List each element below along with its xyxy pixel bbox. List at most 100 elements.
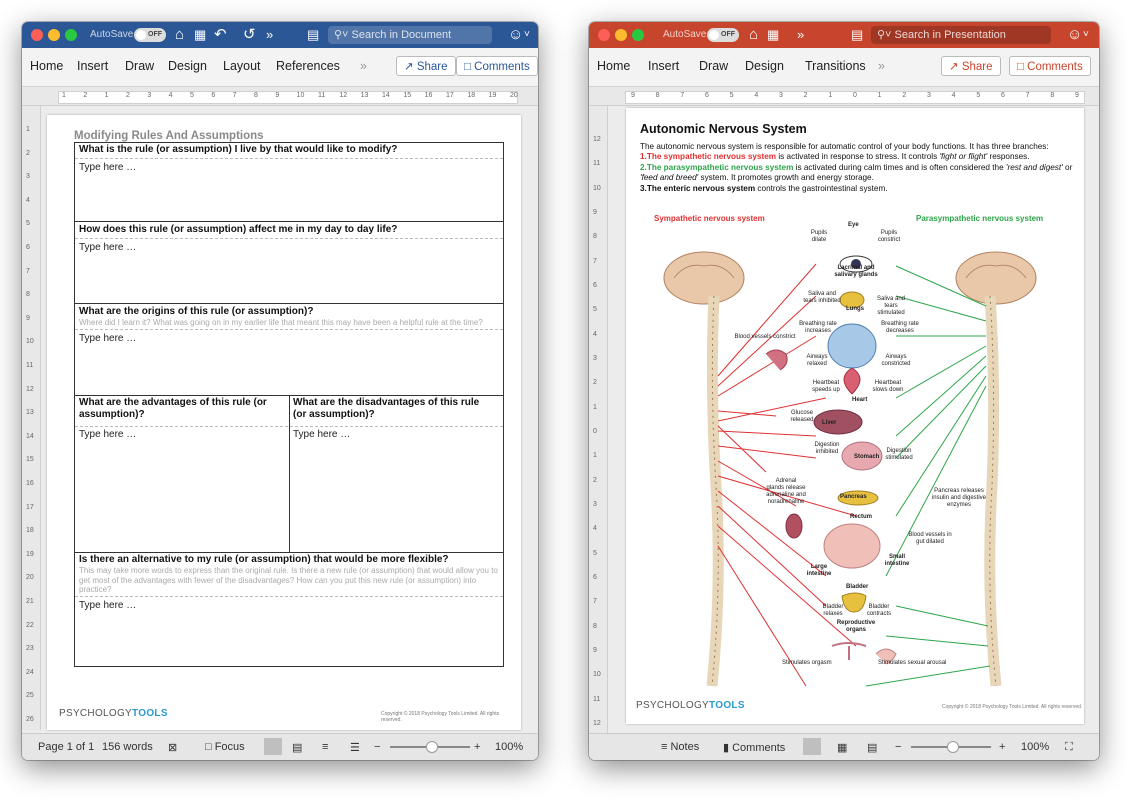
- answer-field-2[interactable]: Type here …: [79, 242, 136, 253]
- ruler-number: 20: [26, 574, 34, 582]
- tab-draw[interactable]: Draw: [125, 59, 154, 73]
- tab-home[interactable]: Home: [30, 59, 63, 73]
- minimize-button[interactable]: [615, 29, 627, 41]
- label-lungs: Lungs: [846, 306, 864, 312]
- tab-design[interactable]: Design: [745, 59, 784, 73]
- focus-button[interactable]: □ Focus: [205, 741, 245, 753]
- close-button[interactable]: [598, 29, 610, 41]
- share-icon: ↗: [949, 61, 962, 73]
- web-layout-icon[interactable]: ▤: [292, 741, 302, 754]
- comments-button[interactable]: □ Comments: [1009, 56, 1091, 76]
- share-button[interactable]: ↗ Share: [941, 56, 1001, 76]
- tab-references[interactable]: References: [276, 59, 340, 73]
- save-icon[interactable]: ▦: [767, 26, 779, 44]
- outline-view-icon[interactable]: ≡: [322, 741, 328, 753]
- question-2: How does this rule (or assumption) affec…: [79, 224, 398, 235]
- autosave-label: AutoSave: [663, 29, 707, 40]
- fit-to-window-icon[interactable]: ⛶: [1065, 741, 1073, 754]
- tab-transitions[interactable]: Transitions: [805, 59, 866, 73]
- comments-button[interactable]: □ Comments: [456, 56, 538, 76]
- reading-view-icon[interactable]: ▤: [867, 741, 877, 754]
- answer-field-1[interactable]: Type here …: [79, 162, 136, 173]
- label-eye: Eye: [848, 222, 859, 228]
- horizontal-ruler[interactable]: 1 2 1 2 3 4 5 6 7 8 9 10 11 12 13 14 15 16 17 18 19 20: [22, 87, 538, 106]
- search-placeholder: Search in Presentation: [894, 29, 1006, 41]
- horizontal-ruler[interactable]: 9 8 7 6 5 4 3 2 1 0 1 2 3 4 5 6 7 8 9: [589, 87, 1099, 106]
- more-icon[interactable]: »: [797, 26, 804, 44]
- tab-insert[interactable]: Insert: [648, 59, 679, 73]
- tab-home[interactable]: Home: [597, 59, 630, 73]
- answer-field-disadvantages[interactable]: Type here …: [293, 429, 350, 440]
- label-stim-orgasm: Stimulates orgasm: [782, 660, 832, 666]
- ruler-number: 9: [593, 647, 597, 654]
- close-button[interactable]: [31, 29, 43, 41]
- zoom-level[interactable]: 100%: [1021, 741, 1049, 753]
- home-icon[interactable]: ⌂: [749, 26, 758, 44]
- normal-view-icon[interactable]: [803, 738, 821, 755]
- vertical-ruler[interactable]: 12 11 10 9 8 7 6 5 4 3 2 1 0 1 2 3 4 5 6 7 8 9 10 11 12: [589, 106, 608, 734]
- bullet-enteric: 3.The enteric nervous system controls th…: [640, 183, 888, 193]
- ruler-number: 10: [593, 671, 601, 679]
- more-tabs-icon[interactable]: »: [360, 59, 367, 73]
- vertical-ruler[interactable]: 1 2 3 4 5 6 7 8 9 10 11 12 13 14 15 16 17 18 19 20 21 22 23 24 2…: [22, 106, 41, 730]
- home-icon[interactable]: ⌂: [175, 26, 184, 44]
- tab-layout[interactable]: Layout: [223, 59, 261, 73]
- word-count[interactable]: 156 words: [102, 741, 153, 753]
- zoom-out-button[interactable]: −: [895, 741, 901, 753]
- answer-field-3[interactable]: Type here …: [79, 333, 136, 344]
- label-small-intestine: Small intestine: [884, 554, 910, 567]
- proofing-icon[interactable]: ⊠: [168, 741, 177, 754]
- zoom-button[interactable]: [65, 29, 77, 41]
- minimize-button[interactable]: [48, 29, 60, 41]
- ruler-number: 11: [593, 695, 601, 703]
- answer-field-advantages[interactable]: Type here …: [79, 429, 136, 440]
- smiley-icon[interactable]: ☺: [508, 26, 523, 44]
- ruler-number: 17: [446, 92, 454, 99]
- zoom-button[interactable]: [632, 29, 644, 41]
- tab-insert[interactable]: Insert: [77, 59, 108, 73]
- search-input[interactable]: ⚲˅ Search in Presentation: [871, 26, 1051, 44]
- page-count[interactable]: Page 1 of 1: [38, 741, 94, 753]
- more-icon[interactable]: »: [266, 26, 273, 44]
- notes-button[interactable]: ≡ Notes: [661, 741, 699, 753]
- zoom-level[interactable]: 100%: [495, 741, 523, 753]
- answer-field-5[interactable]: Type here …: [79, 600, 136, 611]
- ruler-number: 15: [26, 456, 34, 464]
- slide-intro[interactable]: The autonomic nervous system is responsi…: [640, 142, 1080, 194]
- word-window: AutoSave OFF ⌂ ▦ ↶ ↺ » ▤ ⚲˅ Search in Do…: [22, 22, 538, 760]
- tab-design[interactable]: Design: [168, 59, 207, 73]
- print-layout-icon[interactable]: [264, 738, 282, 755]
- heart-organ: [843, 367, 861, 395]
- label-pancreas: Pancreas: [840, 494, 867, 500]
- ruler-number: 6: [26, 244, 30, 251]
- redo-icon[interactable]: ↺: [243, 26, 256, 44]
- more-tabs-icon[interactable]: »: [878, 59, 885, 73]
- ruler-number: 10: [296, 92, 305, 99]
- zoom-in-button[interactable]: +: [474, 741, 480, 753]
- slide-title[interactable]: Autonomic Nervous System: [640, 122, 807, 136]
- ruler-number: 8: [1050, 92, 1055, 99]
- slide-sorter-icon[interactable]: ▦: [837, 741, 847, 754]
- focus-icon: □: [205, 741, 215, 753]
- autosave-toggle[interactable]: OFF: [707, 28, 739, 42]
- share-button[interactable]: ↗ Share: [396, 56, 456, 76]
- zoom-in-button[interactable]: +: [999, 741, 1005, 753]
- tab-draw[interactable]: Draw: [699, 59, 728, 73]
- zoom-slider-thumb[interactable]: [426, 741, 438, 753]
- undo-icon[interactable]: ↶: [214, 26, 227, 44]
- chevron-down-icon[interactable]: ˅: [1083, 26, 1089, 44]
- document-title[interactable]: Modifying Rules And Assumptions: [74, 130, 264, 142]
- zoom-slider-thumb[interactable]: [947, 741, 959, 753]
- label-liver: Liver: [822, 420, 837, 426]
- save-icon[interactable]: ▦: [194, 26, 206, 44]
- search-input[interactable]: ⚲˅ Search in Document: [328, 26, 492, 44]
- smiley-icon[interactable]: ☺: [1067, 26, 1082, 44]
- draft-view-icon[interactable]: ☰: [350, 741, 360, 754]
- document-icon: ▤: [851, 27, 864, 42]
- zoom-out-button[interactable]: −: [374, 741, 380, 753]
- chevron-down-icon[interactable]: ˅: [524, 26, 530, 44]
- comments-status-button[interactable]: ▮ Comments: [723, 741, 785, 754]
- label-pupils-dilate: Pupils dilate: [810, 230, 828, 243]
- autosave-toggle[interactable]: OFF: [134, 28, 166, 42]
- label-blood-vessels-constrict: Blood vessels constrict: [734, 334, 796, 340]
